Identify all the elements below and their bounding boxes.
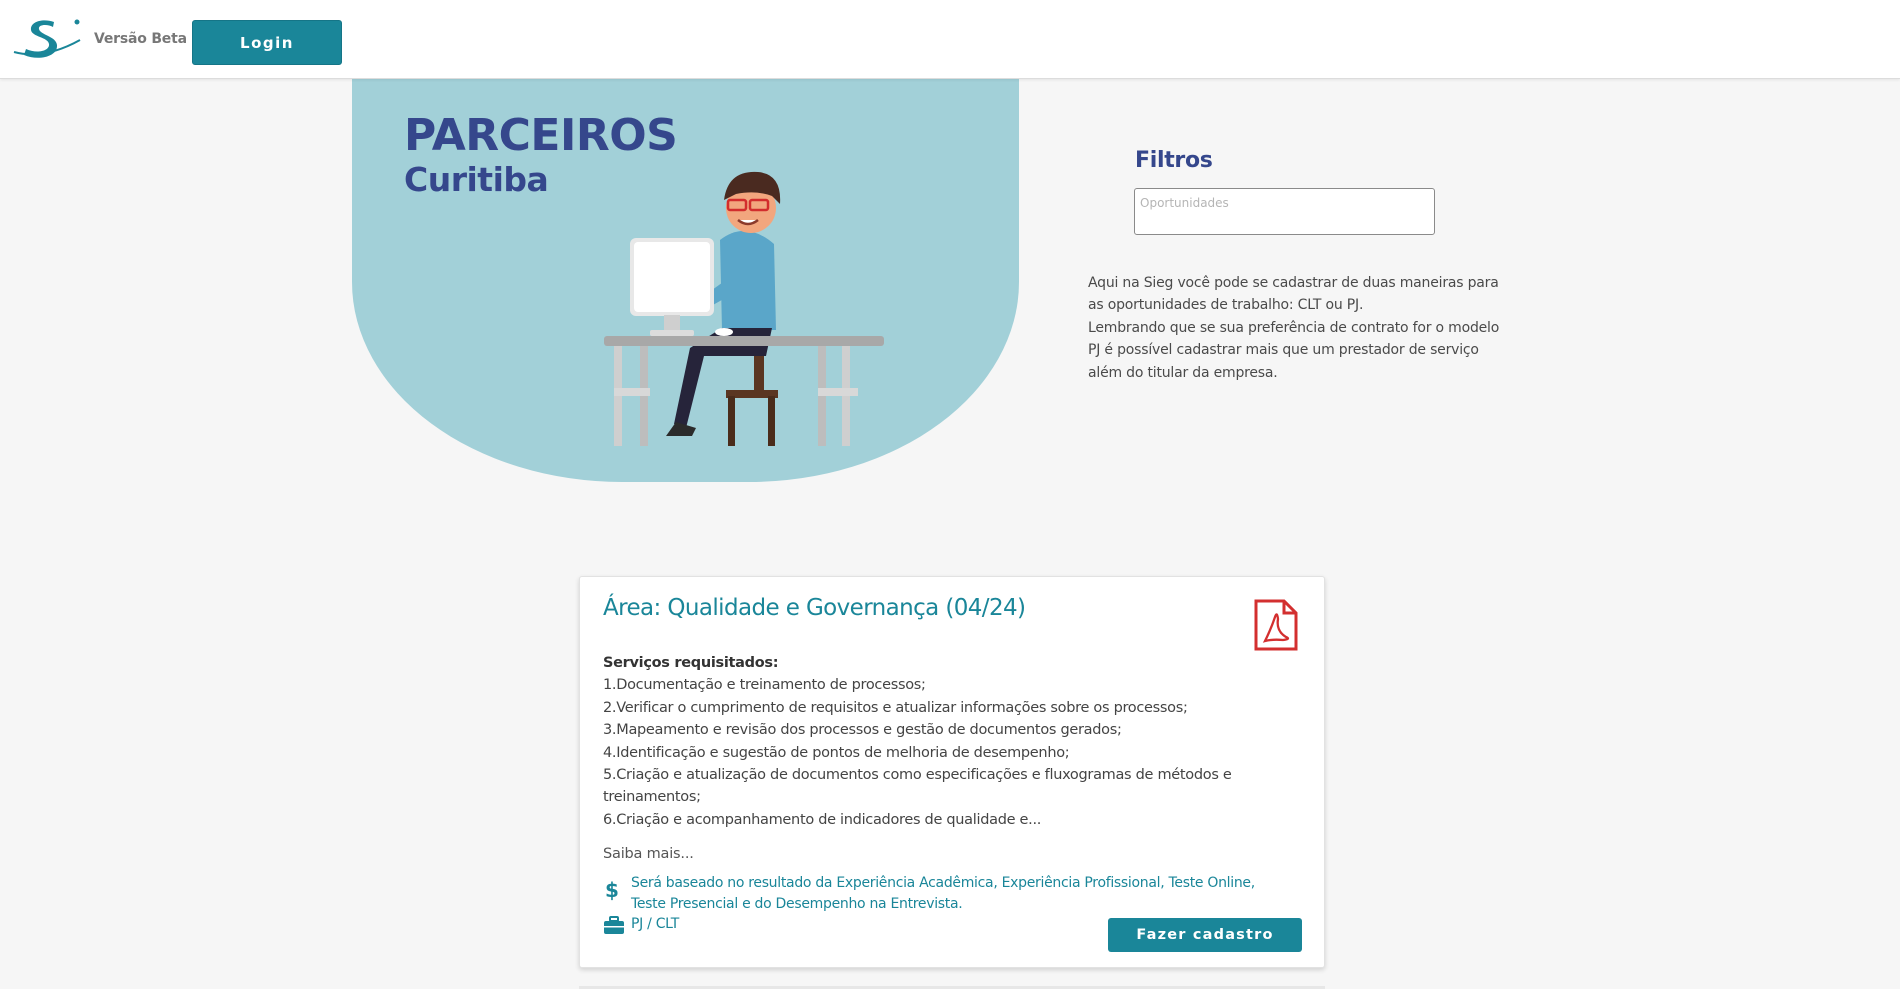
service-item: 2.Verificar o cumprimento de requisitos … — [603, 699, 1188, 716]
contract-type: PJ / CLT — [631, 916, 679, 932]
info-line-1: Aqui na Sieg você pode se cadastrar de d… — [1088, 275, 1499, 314]
service-item: 4.Identificação e sugestão de pontos de … — [603, 744, 1070, 761]
info-line-2: Lembrando que se sua preferência de cont… — [1088, 319, 1500, 381]
service-item: 1.Documentação e treinamento de processo… — [603, 677, 926, 694]
signup-button[interactable]: Fazer cadastro — [1108, 918, 1302, 952]
top-header: Versão Beta Login — [0, 0, 1900, 79]
briefcase-icon — [604, 916, 624, 934]
page-subtitle: Curitiba — [404, 160, 549, 199]
service-item: 3.Mapeamento e revisão dos processos e g… — [603, 722, 1122, 739]
services-title: Serviços requisitados: — [603, 655, 779, 671]
services-list: Serviços requisitados: 1.Documentação e … — [603, 652, 1283, 831]
person-at-computer-illustration — [604, 171, 884, 446]
service-item: 5.Criação e atualização de documentos co… — [603, 767, 1232, 806]
beta-label: Versão Beta — [94, 31, 187, 47]
salary-text: Será baseado no resultado da Experiência… — [631, 875, 1255, 912]
filters-title: Filtros — [1135, 148, 1213, 173]
login-button[interactable]: Login — [192, 20, 342, 65]
read-more-link[interactable]: Saiba mais... — [603, 846, 694, 862]
opportunities-filter-input[interactable] — [1134, 188, 1435, 235]
service-item: 6.Criação e acompanhamento de indicadore… — [603, 811, 1042, 828]
page-title: PARCEIROS — [404, 110, 678, 161]
pdf-icon[interactable] — [1253, 599, 1299, 651]
opportunity-card: Área: Qualidade e Governança (04/24) Ser… — [579, 576, 1325, 968]
dollar-icon: $ — [605, 878, 619, 902]
info-text: Aqui na Sieg você pode se cadastrar de d… — [1088, 272, 1508, 384]
sieg-logo[interactable] — [12, 16, 82, 60]
card-title[interactable]: Área: Qualidade e Governança (04/24) — [603, 595, 1026, 621]
